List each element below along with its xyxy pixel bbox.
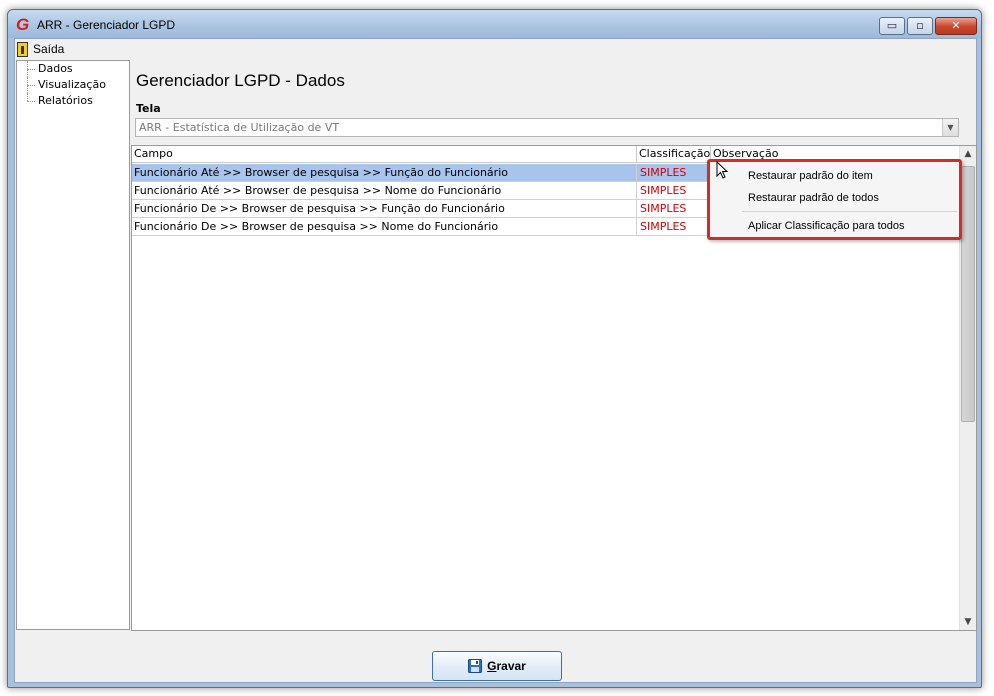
column-header-classificacao[interactable]: Classificação (637, 146, 711, 163)
tela-select[interactable]: ARR - Estatística de Utilização de VT ▼ (135, 118, 959, 137)
menu-exit-label: Saída (33, 42, 65, 56)
cell-classificacao[interactable]: SIMPLES (637, 200, 711, 217)
save-button[interactable]: Gravar (432, 651, 562, 681)
menu-item-restore-item[interactable]: Restaurar padrão do item (710, 165, 959, 187)
cell-campo: Funcionário Até >> Browser de pesquisa >… (132, 182, 637, 199)
cell-campo: Funcionário Até >> Browser de pesquisa >… (132, 164, 637, 181)
save-button-label: Gravar (487, 659, 526, 673)
page-title: Gerenciador LGPD - Dados (136, 71, 345, 90)
scrollbar-thumb[interactable] (961, 166, 975, 422)
app-logo-icon: G (16, 15, 30, 34)
cell-campo: Funcionário De >> Browser de pesquisa >>… (132, 200, 637, 217)
menu-bar: Saída (15, 39, 976, 59)
app-window: G ARR - Gerenciador LGPD ▭ ▫ ✕ Saída Dad… (7, 9, 982, 688)
menu-separator (742, 211, 957, 212)
window-title: ARR - Gerenciador LGPD (37, 18, 176, 32)
tree-item-relatorios[interactable]: Relatórios (17, 93, 129, 109)
mouse-cursor-icon (716, 161, 729, 179)
cell-classificacao[interactable]: SIMPLES (637, 218, 711, 235)
cell-classificacao[interactable]: SIMPLES (637, 182, 711, 199)
menu-item-restore-all[interactable]: Restaurar padrão de todos (710, 187, 959, 209)
tree-item-dados[interactable]: Dados (17, 61, 129, 77)
chevron-down-icon[interactable]: ▼ (942, 119, 958, 136)
minimize-button[interactable]: ▭ (879, 17, 905, 35)
menu-exit[interactable]: Saída (17, 40, 64, 58)
tela-select-value: ARR - Estatística de Utilização de VT (139, 121, 340, 134)
exit-door-icon (17, 41, 28, 57)
title-bar[interactable]: G ARR - Gerenciador LGPD ▭ ▫ ✕ (8, 10, 981, 38)
tela-label: Tela (136, 102, 161, 115)
column-header-campo[interactable]: Campo (132, 146, 637, 163)
navigation-tree: Dados Visualização Relatórios (16, 60, 130, 630)
menu-item-apply-classification-all[interactable]: Aplicar Classificação para todos (710, 215, 959, 237)
tree-item-visualizacao[interactable]: Visualização (17, 77, 129, 93)
cell-campo: Funcionário De >> Browser de pesquisa >>… (132, 218, 637, 235)
close-button[interactable]: ✕ (935, 17, 977, 35)
scroll-down-icon[interactable]: ▼ (960, 614, 976, 630)
maximize-button[interactable]: ▫ (907, 17, 933, 35)
floppy-disk-icon (468, 659, 483, 673)
client-area: Saída Dados Visualização Relatórios Gere… (14, 38, 977, 683)
cell-classificacao[interactable]: SIMPLES (637, 164, 711, 181)
scroll-up-icon[interactable]: ▲ (960, 146, 976, 162)
context-menu: Restaurar padrão do item Restaurar padrã… (707, 159, 962, 240)
